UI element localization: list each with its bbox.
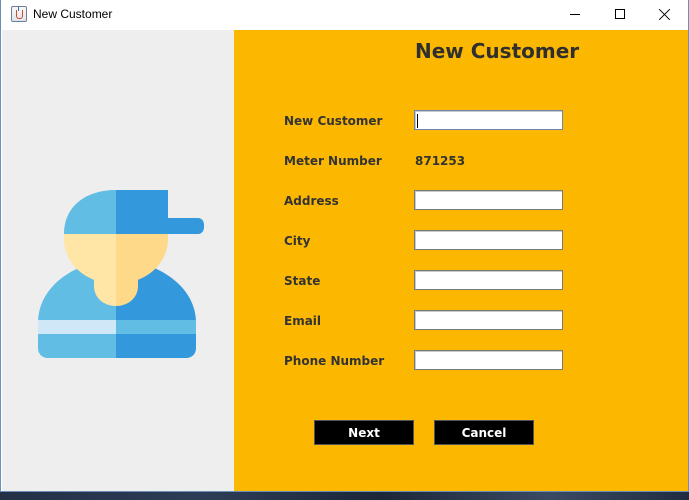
name-label: New Customer: [284, 114, 383, 128]
minimize-icon: [570, 14, 580, 15]
address-label: Address: [284, 194, 339, 208]
java-app-icon: [11, 6, 27, 22]
city-label: City: [284, 234, 311, 248]
email-label: Email: [284, 314, 322, 328]
phone-number-input[interactable]: [414, 350, 563, 370]
customer-form-panel: New Customer New Customer Meter Number 8…: [234, 30, 688, 491]
customer-worker-with-cap-icon: [38, 190, 204, 358]
maximize-button[interactable]: [598, 0, 644, 30]
meter-number-value: 871253: [415, 154, 466, 168]
name-input[interactable]: [414, 110, 563, 130]
close-button[interactable]: [642, 0, 688, 30]
minimize-button[interactable]: [552, 0, 598, 30]
close-icon: [658, 8, 671, 21]
address-input[interactable]: [414, 190, 563, 210]
illustration-panel: [2, 30, 234, 491]
meter-number-label: Meter Number: [284, 154, 382, 168]
text-caret: [417, 114, 418, 128]
window-title: New Customer: [33, 7, 113, 21]
state-input[interactable]: [414, 270, 563, 290]
form-heading: New Customer: [415, 39, 580, 63]
phone-number-label: Phone Number: [284, 354, 385, 368]
maximize-icon: [615, 9, 625, 19]
next-button[interactable]: Next: [314, 420, 414, 445]
desktop-background: [0, 491, 689, 500]
application-window: New Customer New Customer New Customer M…: [0, 0, 689, 492]
email-input[interactable]: [414, 310, 563, 330]
state-label: State: [284, 274, 321, 288]
city-input[interactable]: [414, 230, 563, 250]
title-bar: New Customer: [1, 0, 688, 30]
cancel-button[interactable]: Cancel: [434, 420, 534, 445]
